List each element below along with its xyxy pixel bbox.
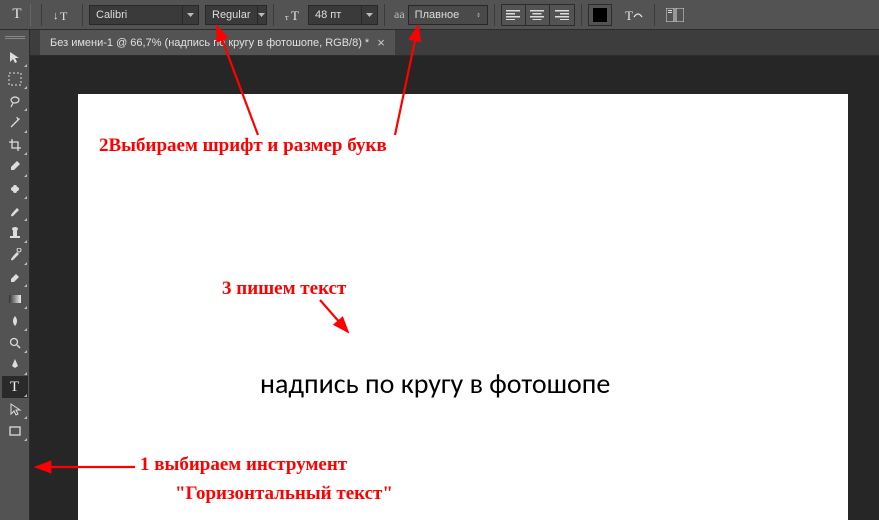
text-align-group bbox=[501, 4, 575, 26]
tools-panel: T bbox=[0, 30, 30, 520]
blur-tool[interactable] bbox=[2, 310, 28, 332]
stamp-tool[interactable] bbox=[2, 222, 28, 244]
svg-text:T: T bbox=[291, 8, 299, 22]
marquee-tool[interactable] bbox=[2, 68, 28, 90]
panel-grip[interactable] bbox=[0, 34, 29, 42]
brush-tool[interactable] bbox=[2, 200, 28, 222]
warp-text-button[interactable]: T bbox=[618, 4, 648, 26]
chevron-down-icon bbox=[182, 6, 198, 24]
magic-wand-tool[interactable] bbox=[2, 112, 28, 134]
font-family-value: Calibri bbox=[90, 9, 182, 21]
eyedropper-tool[interactable] bbox=[2, 156, 28, 178]
rectangle-tool[interactable] bbox=[2, 420, 28, 442]
svg-text:т: т bbox=[285, 13, 289, 22]
font-family-combo[interactable]: Calibri bbox=[89, 5, 199, 25]
chevron-down-icon bbox=[257, 6, 266, 24]
document-tab-title: Без имени-1 @ 66,7% (надпись по кругу в … bbox=[50, 37, 369, 49]
eraser-tool[interactable] bbox=[2, 266, 28, 288]
pen-tool[interactable] bbox=[2, 354, 28, 376]
font-size-icon: т T bbox=[280, 4, 308, 26]
panel-toggle-button[interactable] bbox=[661, 4, 689, 26]
font-weight-value: Regular bbox=[206, 9, 257, 21]
options-bar: T ↓ T Calibri Regular т T 48 пт bbox=[0, 0, 879, 30]
crop-tool[interactable] bbox=[2, 134, 28, 156]
path-selection-tool[interactable] bbox=[2, 398, 28, 420]
antialias-value: Плавное bbox=[409, 9, 471, 21]
antialias-combo[interactable]: Плавное bbox=[408, 5, 488, 25]
document-tab-bar: Без имени-1 @ 66,7% (надпись по кругу в … bbox=[30, 30, 879, 56]
svg-text:T: T bbox=[60, 9, 68, 23]
active-tool-indicator: T bbox=[6, 4, 28, 26]
type-tool[interactable]: T bbox=[2, 376, 28, 398]
font-weight-combo[interactable]: Regular bbox=[205, 5, 267, 25]
text-orientation-button[interactable]: ↓ T bbox=[48, 4, 76, 26]
align-left-button[interactable] bbox=[502, 5, 526, 25]
move-tool[interactable] bbox=[2, 46, 28, 68]
document-tab[interactable]: Без имени-1 @ 66,7% (надпись по кругу в … bbox=[40, 30, 395, 55]
svg-text:↓: ↓ bbox=[53, 10, 59, 22]
dodge-tool[interactable] bbox=[2, 332, 28, 354]
align-center-button[interactable] bbox=[526, 5, 550, 25]
canvas[interactable]: надпись по кругу в фотошопе bbox=[78, 94, 848, 520]
history-brush-tool[interactable] bbox=[2, 244, 28, 266]
align-right-button[interactable] bbox=[550, 5, 574, 25]
antialias-icon: aa bbox=[391, 4, 408, 26]
text-color-swatch[interactable] bbox=[588, 4, 612, 26]
lasso-tool[interactable] bbox=[2, 90, 28, 112]
svg-text:T: T bbox=[625, 8, 633, 23]
font-size-value: 48 пт bbox=[309, 9, 361, 21]
canvas-main-text[interactable]: надпись по кругу в фотошопе bbox=[260, 366, 610, 401]
stepper-icon bbox=[471, 6, 487, 24]
font-size-combo[interactable]: 48 пт bbox=[308, 5, 378, 25]
chevron-down-icon bbox=[361, 6, 377, 24]
workspace: надпись по кругу в фотошопе bbox=[30, 56, 879, 520]
close-icon[interactable]: × bbox=[377, 35, 385, 50]
gradient-tool[interactable] bbox=[2, 288, 28, 310]
healing-brush-tool[interactable] bbox=[2, 178, 28, 200]
